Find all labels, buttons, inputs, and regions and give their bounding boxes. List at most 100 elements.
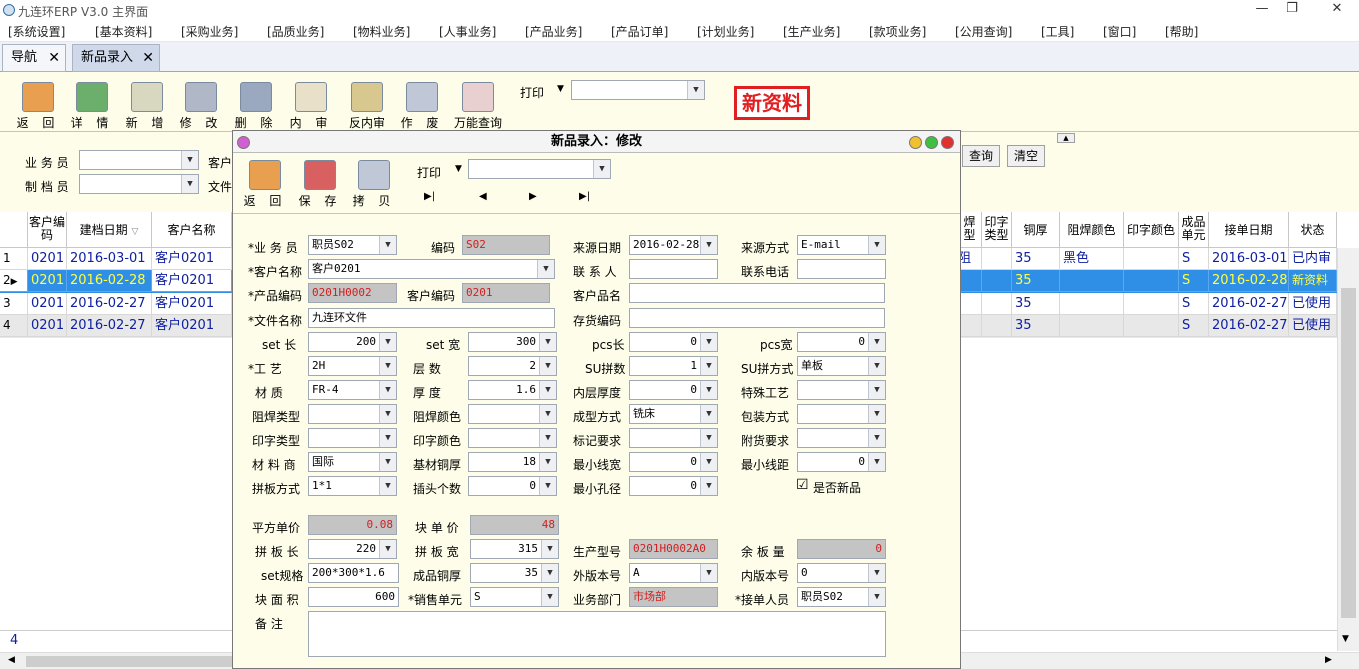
close-window-button[interactable]: ✕ <box>1322 1 1352 16</box>
col-header-mask-type[interactable]: 焊型 <box>958 212 982 248</box>
menu-tools[interactable]: [工具] <box>1041 23 1074 40</box>
next-record-icon[interactable]: ▶ <box>529 191 537 202</box>
last-record-icon[interactable]: ▶| <box>579 191 590 202</box>
min-line-space-field[interactable]: 0 ▼ <box>797 452 886 472</box>
prev-record-icon[interactable]: ◀ <box>479 191 487 202</box>
inner-thickness-field[interactable]: 0 ▼ <box>629 380 718 400</box>
dialog-copy-button[interactable]: 拷 贝 <box>349 158 399 208</box>
spinner-icon[interactable]: ▼ <box>700 453 717 471</box>
outer-version-select[interactable]: A ▼ <box>629 563 718 583</box>
edit-button[interactable]: 修 改 <box>176 80 226 130</box>
first-record-icon[interactable]: ▶| <box>424 191 435 202</box>
dialog-back-button[interactable]: 返 回 <box>240 158 290 208</box>
tab-navigation[interactable]: 导航 ✕ <box>2 44 66 72</box>
col-header-print-color[interactable]: 印字颜色 <box>1124 212 1179 248</box>
min-line-width-field[interactable]: 0 ▼ <box>629 452 718 472</box>
su-way-select[interactable]: 单板 ▼ <box>797 356 886 376</box>
spinner-icon[interactable]: ▼ <box>539 381 556 399</box>
spinner-icon[interactable]: ▼ <box>700 333 717 351</box>
file-name-field[interactable]: 九连环文件 <box>308 308 555 328</box>
spinner-icon[interactable]: ▼ <box>700 357 717 375</box>
inner-version-select[interactable]: 0 ▼ <box>797 563 886 583</box>
set-width-field[interactable]: 300 ▼ <box>468 332 557 352</box>
col-header-mask-color[interactable]: 阻焊颜色 <box>1060 212 1124 248</box>
mask-type-select[interactable]: ▼ <box>308 404 397 424</box>
spinner-icon[interactable]: ▼ <box>700 477 717 495</box>
spinner-icon[interactable]: ▼ <box>539 357 556 375</box>
col-header-create-date[interactable]: 建档日期 ▽ <box>67 212 152 248</box>
menu-help[interactable]: [帮助] <box>1165 23 1198 40</box>
universal-query-button[interactable]: 万能查询 <box>449 80 507 130</box>
archivist-filter-select[interactable]: ▼ <box>79 174 199 194</box>
col-header-order-date[interactable]: 接单日期 <box>1209 212 1289 248</box>
process-select[interactable]: 2H ▼ <box>308 356 397 376</box>
set-spec-field[interactable]: 200*300*1.6 <box>308 563 399 583</box>
review-button[interactable]: 内 审 <box>286 80 336 130</box>
delete-button[interactable]: 删 除 <box>231 80 281 130</box>
menu-production[interactable]: [生产业务] <box>783 23 840 40</box>
menu-material[interactable]: [物料业务] <box>353 23 410 40</box>
print-dropdown-arrow-icon[interactable]: ▼ <box>455 164 462 174</box>
clear-button[interactable]: 清空 <box>1007 145 1045 167</box>
col-header-print-type[interactable]: 印字类型 <box>982 212 1012 248</box>
mask-color-select[interactable]: ▼ <box>468 404 557 424</box>
plug-count-field[interactable]: 0 ▼ <box>468 476 557 496</box>
void-button[interactable]: 作 废 <box>397 80 447 130</box>
col-header-status[interactable]: 状态 <box>1289 212 1337 248</box>
menu-window[interactable]: [窗口] <box>1103 23 1136 40</box>
salesman-select[interactable]: 职员S02 ▼ <box>308 235 397 255</box>
supplier-select[interactable]: 国际 ▼ <box>308 452 397 472</box>
vertical-scrollbar[interactable]: ▼ <box>1337 248 1359 651</box>
spinner-icon[interactable]: ▼ <box>539 333 556 351</box>
spinner-icon[interactable]: ▼ <box>539 453 556 471</box>
dialog-menu-icon[interactable] <box>237 136 250 149</box>
scrollbar-thumb[interactable] <box>1341 288 1356 618</box>
menu-query[interactable]: [公用查询] <box>955 23 1012 40</box>
packing-select[interactable]: ▼ <box>797 404 886 424</box>
col-header-copper[interactable]: 铜厚 <box>1012 212 1060 248</box>
sale-unit-select[interactable]: S ▼ <box>470 587 559 607</box>
col-header-cust-name[interactable]: 客户名称 <box>152 212 232 248</box>
restore-button[interactable]: ❐ <box>1277 1 1307 16</box>
finished-copper-field[interactable]: 35 ▼ <box>470 563 559 583</box>
dialog-print-select[interactable]: ▼ <box>468 159 611 179</box>
base-copper-field[interactable]: 18 ▼ <box>468 452 557 472</box>
spinner-icon[interactable]: ▼ <box>541 540 558 558</box>
scroll-right-icon[interactable]: ▶ <box>1325 655 1332 665</box>
spinner-icon[interactable]: ▼ <box>868 333 885 351</box>
col-header-cust-code[interactable]: 客户编码 <box>28 212 67 248</box>
customer-part-name-field[interactable] <box>629 283 885 303</box>
col-header-unit[interactable]: 成品单元 <box>1179 212 1209 248</box>
dialog-close-button[interactable] <box>941 136 954 149</box>
ship-req-select[interactable]: ▼ <box>797 428 886 448</box>
spinner-icon[interactable]: ▼ <box>379 333 396 351</box>
forming-select[interactable]: 铣床 ▼ <box>629 404 718 424</box>
tab-new-product[interactable]: 新品录入 ✕ <box>72 44 160 72</box>
spinner-icon[interactable]: ▼ <box>541 564 558 582</box>
menu-product[interactable]: [产品业务] <box>525 23 582 40</box>
panel-length-field[interactable]: 220 ▼ <box>308 539 397 559</box>
special-process-select[interactable]: ▼ <box>797 380 886 400</box>
print-template-select[interactable]: ▼ <box>571 80 705 100</box>
pcs-length-field[interactable]: 0 ▼ <box>629 332 718 352</box>
back-button[interactable]: 返 回 <box>13 80 63 130</box>
receiver-select[interactable]: 职员S02 ▼ <box>797 587 886 607</box>
set-length-field[interactable]: 200 ▼ <box>308 332 397 352</box>
layers-field[interactable]: 2 ▼ <box>468 356 557 376</box>
dialog-save-button[interactable]: 保 存 <box>295 158 345 208</box>
mark-req-select[interactable]: ▼ <box>629 428 718 448</box>
menu-order[interactable]: [产品订单] <box>611 23 668 40</box>
source-way-select[interactable]: E-mail ▼ <box>797 235 886 255</box>
remark-textarea[interactable] <box>308 611 886 657</box>
menu-basic[interactable]: [基本资料] <box>95 23 152 40</box>
dialog-minimize-button[interactable] <box>909 136 922 149</box>
menu-purchase[interactable]: [采购业务] <box>181 23 238 40</box>
print-type-select[interactable]: ▼ <box>308 428 397 448</box>
pcs-width-field[interactable]: 0 ▼ <box>797 332 886 352</box>
menu-payment[interactable]: [款项业务] <box>869 23 926 40</box>
spinner-icon[interactable]: ▼ <box>868 453 885 471</box>
scroll-left-icon[interactable]: ◀ <box>8 655 15 665</box>
phone-field[interactable] <box>797 259 886 279</box>
thickness-field[interactable]: 1.6 ▼ <box>468 380 557 400</box>
panel-way-select[interactable]: 1*1 ▼ <box>308 476 397 496</box>
